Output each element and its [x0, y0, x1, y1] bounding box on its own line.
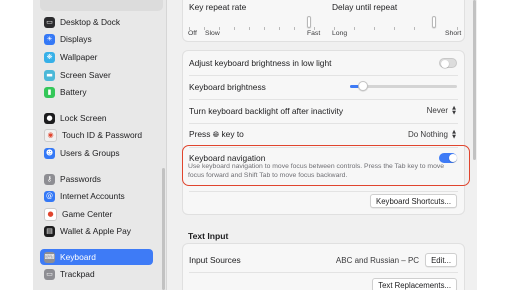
keyboard-shortcuts-button[interactable]: Keyboard Shortcuts...: [370, 194, 457, 208]
keyboard-navigation-label: Keyboard navigation: [189, 152, 266, 163]
sidebar-item-battery[interactable]: ▮ Battery: [40, 84, 153, 100]
keyboard-brightness-label: Keyboard brightness: [189, 81, 266, 92]
sidebar-item-users-groups[interactable]: ☻ Users & Groups: [40, 145, 153, 161]
input-sources-row: Input Sources ABC and Russian – PC Edit.…: [183, 252, 464, 268]
key-repeat-panel: Key repeat rate Delay until repeat Off S…: [182, 0, 465, 42]
press-key-label: Press 🌐︎ key to: [189, 129, 244, 139]
settings-content: Key repeat rate Delay until repeat Off S…: [167, 0, 477, 290]
sidebar-search-field[interactable]: [40, 0, 163, 11]
sidebar-item-label: Touch ID & Password: [62, 130, 143, 140]
globe-icon: 🌐︎: [212, 130, 220, 139]
updown-chevron-icon: ▲ ▼: [452, 105, 456, 116]
sidebar-item-passwords[interactable]: ⚷ Passwords: [40, 171, 153, 187]
sidebar-scrollbar[interactable]: [162, 168, 165, 290]
keyboard-navigation-toggle[interactable]: [439, 152, 457, 163]
passwords-icon: ⚷: [44, 173, 55, 185]
desktop-dock-icon: ▭: [44, 16, 55, 28]
input-sources-edit-button[interactable]: Edit...: [425, 253, 457, 267]
updown-chevron-icon: ▲ ▼: [452, 129, 456, 140]
keyboard-brightness-slider[interactable]: [350, 81, 457, 91]
sidebar-item-label: Internet Accounts: [60, 191, 125, 201]
sidebar-item-wallet-apple-pay[interactable]: ▤ Wallet & Apple Pay: [40, 223, 153, 239]
sidebar-item-label: Passwords: [60, 174, 101, 184]
sidebar-item-label: Trackpad: [60, 269, 95, 279]
key-repeat-slow-label: Slow: [205, 30, 220, 37]
internet-accounts-icon: @: [44, 190, 55, 202]
sidebar-item-label: Wallet & Apple Pay: [60, 226, 131, 236]
delay-long-label: Long: [332, 30, 348, 37]
lock-screen-icon: ●: [44, 112, 55, 124]
delay-until-repeat-slider[interactable]: [334, 16, 458, 30]
key-repeat-rate-label: Key repeat rate: [189, 2, 247, 12]
text-input-heading: Text Input: [188, 231, 229, 241]
trackpad-icon: ▭: [44, 268, 55, 280]
backlight-off-popup[interactable]: Never ▲ ▼: [426, 105, 457, 116]
sidebar: ▭ Desktop & Dock ☀ Displays ❋ Wallpaper ▬ Scree…: [33, 0, 167, 290]
system-settings-window: ▭ Desktop & Dock ☀ Displays ❋ Wallpaper ▬ Scree…: [33, 0, 477, 290]
keyboard-brightness-knob[interactable]: [357, 81, 368, 91]
users-groups-icon: ☻: [44, 147, 55, 159]
sidebar-item-trackpad[interactable]: ▭ Trackpad: [40, 266, 153, 282]
game-center-icon: ●: [44, 207, 57, 221]
sidebar-item-touch-id-password[interactable]: ◉ Touch ID & Password: [40, 127, 153, 143]
sidebar-item-label: Keyboard: [60, 252, 96, 262]
input-sources-value: ABC and Russian – PC Edit...: [336, 253, 457, 267]
keyboard-icon: ⌨: [44, 251, 55, 263]
key-repeat-fast-label: Fast: [307, 30, 321, 37]
sidebar-item-screen-saver[interactable]: ▬ Screen Saver: [40, 67, 153, 83]
sidebar-item-label: Screen Saver: [60, 70, 111, 80]
keyboard-navigation-description: Use keyboard navigation to move focus be…: [188, 163, 445, 179]
sidebar-item-label: Battery: [60, 87, 87, 97]
input-sources-label: Input Sources: [189, 255, 241, 265]
sidebar-item-label: Desktop & Dock: [60, 17, 121, 27]
delay-short-label: Short: [445, 30, 462, 37]
screen-saver-icon: ▬: [44, 69, 55, 81]
sidebar-item-wallpaper[interactable]: ❋ Wallpaper: [40, 49, 153, 65]
press-key-value: Do Nothing: [407, 130, 448, 139]
keyboard-settings-panel: Adjust keyboard brightness in low light …: [182, 50, 465, 215]
key-repeat-off-label: Off: [188, 30, 197, 37]
text-input-panel: Input Sources ABC and Russian – PC Edit.…: [182, 243, 465, 290]
sidebar-item-desktop-dock[interactable]: ▭ Desktop & Dock: [40, 14, 153, 30]
key-repeat-rate-slider[interactable]: [189, 16, 315, 30]
press-key-row: Press 🌐︎ key to Do Nothing ▲ ▼: [183, 126, 464, 143]
touch-id-icon: ◉: [44, 128, 57, 142]
backlight-off-row: Turn keyboard backlight off after inacti…: [183, 102, 464, 119]
sidebar-item-label: Lock Screen: [60, 113, 107, 123]
backlight-off-label: Turn keyboard backlight off after inacti…: [189, 105, 344, 116]
sidebar-item-label: Users & Groups: [60, 148, 120, 158]
backlight-off-value: Never: [426, 106, 448, 115]
adjust-brightness-row: Adjust keyboard brightness in low light: [183, 55, 464, 71]
adjust-brightness-toggle[interactable]: [439, 58, 457, 68]
wallet-icon: ▤: [44, 225, 55, 237]
displays-icon: ☀: [44, 33, 55, 45]
text-replacements-button[interactable]: Text Replacements...: [372, 278, 457, 290]
sidebar-item-label: Game Center: [62, 209, 113, 219]
sidebar-item-label: Displays: [60, 34, 92, 44]
delay-until-repeat-knob[interactable]: [432, 16, 436, 28]
battery-icon: ▮: [44, 86, 55, 98]
content-scrollbar[interactable]: [473, 0, 476, 160]
sidebar-item-label: Wallpaper: [60, 52, 98, 62]
sidebar-item-keyboard[interactable]: ⌨ Keyboard: [40, 249, 153, 265]
press-key-popup[interactable]: Do Nothing ▲ ▼: [407, 129, 457, 140]
delay-until-repeat-label: Delay until repeat: [332, 2, 398, 12]
sidebar-item-game-center[interactable]: ● Game Center: [40, 206, 153, 222]
wallpaper-icon: ❋: [44, 51, 55, 63]
key-repeat-rate-knob[interactable]: [307, 16, 311, 28]
sidebar-item-lock-screen[interactable]: ● Lock Screen: [40, 110, 153, 126]
adjust-brightness-label: Adjust keyboard brightness in low light: [189, 58, 332, 68]
sidebar-item-displays[interactable]: ☀ Displays: [40, 31, 153, 47]
sidebar-item-internet-accounts[interactable]: @ Internet Accounts: [40, 188, 153, 204]
